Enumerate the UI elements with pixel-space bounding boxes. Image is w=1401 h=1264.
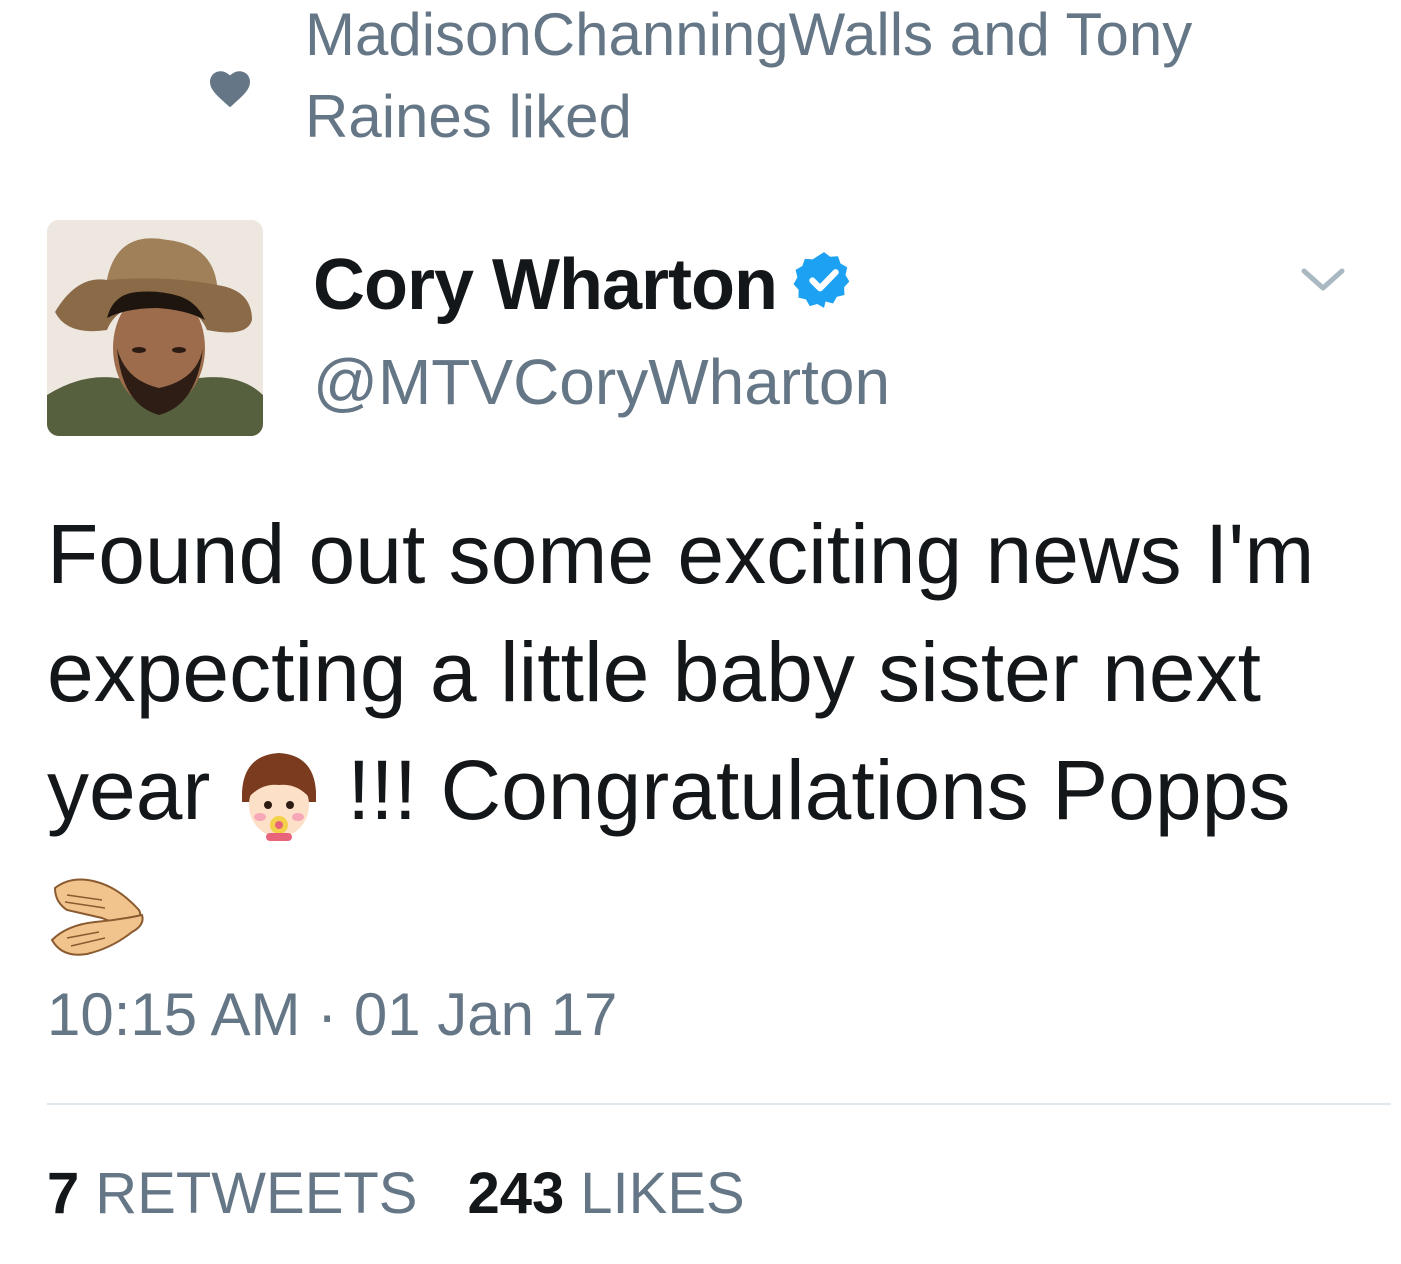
- likes-label: LIKES: [580, 1161, 745, 1226]
- social-context-text[interactable]: MadisonChanningWalls and Tony Raines lik…: [305, 0, 1305, 158]
- tweet-stats: 7 RETWEETS 243 LIKES: [47, 1160, 745, 1227]
- chevron-down-icon: [1301, 268, 1345, 291]
- tweet-text-part-2: !!! Congratulations Popps: [323, 743, 1291, 837]
- author-handle[interactable]: @MTVCoryWharton: [313, 345, 890, 419]
- heart-icon: [210, 71, 250, 108]
- verified-badge-icon: [793, 252, 850, 308]
- likes-count: 243: [467, 1161, 565, 1226]
- clapping-hands-emoji-icon: [50, 878, 144, 956]
- divider: [47, 1103, 1391, 1105]
- author-name-row[interactable]: Cory Wharton: [313, 240, 855, 330]
- tweet-menu-button[interactable]: [1296, 258, 1350, 302]
- author-display-name[interactable]: Cory Wharton: [313, 244, 778, 326]
- tweet-text: Found out some exciting news I'm expecti…: [47, 495, 1377, 967]
- baby-emoji-icon: [241, 752, 316, 841]
- retweets-count: 7: [47, 1161, 80, 1226]
- likes-stat[interactable]: 243 LIKES: [468, 1160, 745, 1227]
- avatar[interactable]: [47, 220, 263, 436]
- retweets-stat[interactable]: 7 RETWEETS: [47, 1160, 418, 1227]
- tweet-timestamp[interactable]: 10:15 AM · 01 Jan 17: [47, 980, 617, 1049]
- retweets-label: RETWEETS: [95, 1161, 418, 1226]
